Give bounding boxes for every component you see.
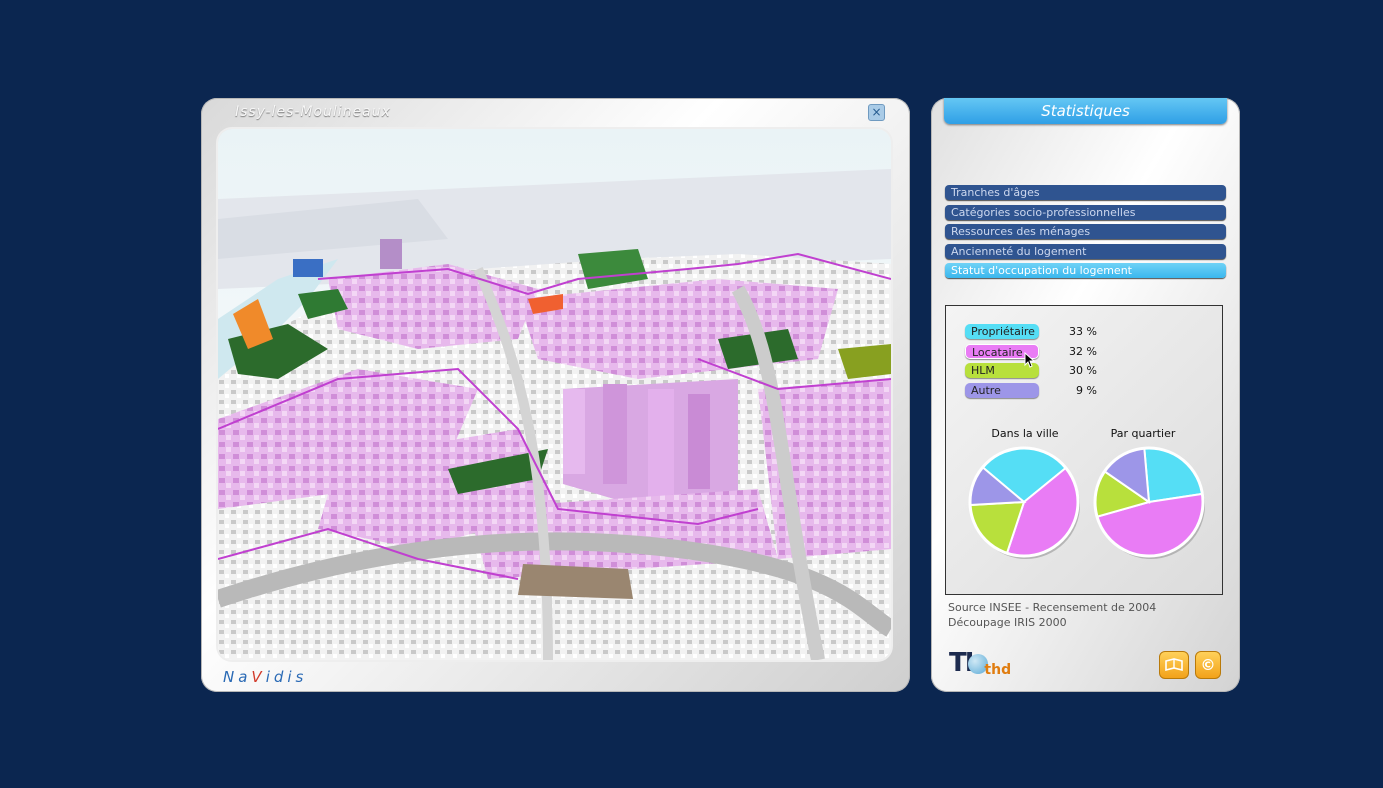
mouse-cursor-icon [1024,352,1036,368]
close-button[interactable]: × [868,104,885,121]
menu-item-categories-socio-professionnelles[interactable]: Catégories socio-professionnelles [945,204,1226,220]
menu-item-tranches-ages[interactable]: Tranches d'âges [945,185,1226,200]
3d-city-map-view[interactable] [218,129,891,660]
statistics-menu: Tranches d'âges Catégories socio-profess… [945,185,1226,283]
menu-item-statut-occupation-logement[interactable]: Statut d'occupation du logement [945,263,1226,279]
ti-thd-logo: TI thd [949,648,1011,678]
city-map-render [218,129,891,660]
pie-chart-city [968,446,1080,559]
map-window-title: Issy-les-Moulineaux [235,104,391,120]
data-source-note: Source INSEE - Recensement de 2004 Décou… [948,600,1156,630]
pie-chart-quarter [1093,446,1205,559]
close-icon: × [871,105,882,119]
navidis-logo: NaVidis [223,668,307,686]
statistics-title: Statistiques [944,98,1227,124]
source-line-2: Découpage IRIS 2000 [948,616,1067,629]
copyright-icon: © [1200,656,1216,674]
legend-value-hlm: 30 % [1069,364,1097,377]
brand-text-v: V [251,668,266,686]
brand-text-right: idis [265,668,308,686]
legend-value-autre: 9 % [1076,384,1097,397]
menu-item-anciennete-logement[interactable]: Ancienneté du logement [945,243,1226,259]
logo-suffix: thd [984,662,1012,678]
legend-button-proprietaire[interactable]: Propriétaire [965,324,1039,339]
map-window: Issy-les-Moulineaux × NaVidis [201,98,910,692]
pie-quarter-label: Par quartier [1110,427,1176,440]
source-line-1: Source INSEE - Recensement de 2004 [948,601,1157,614]
legend-button-autre[interactable]: Autre [965,383,1039,398]
statistics-panel: Statistiques Tranches d'âges Catégories … [931,98,1240,692]
menu-item-ressources-menages[interactable]: Ressources des ménages [945,224,1226,240]
copyright-button[interactable]: © [1195,651,1221,679]
legend-value-proprietaire: 33 % [1069,325,1097,338]
book-icon [1165,658,1183,672]
brand-text-left: Na [223,668,252,686]
chart-box: Propriétaire 33 % Locataire 32 % HLM 30 … [945,305,1223,595]
book-button[interactable] [1159,651,1189,679]
pie-slice-propritaire [1143,447,1204,504]
pie-city-label: Dans la ville [991,427,1059,440]
legend-value-locataire: 32 % [1069,345,1097,358]
